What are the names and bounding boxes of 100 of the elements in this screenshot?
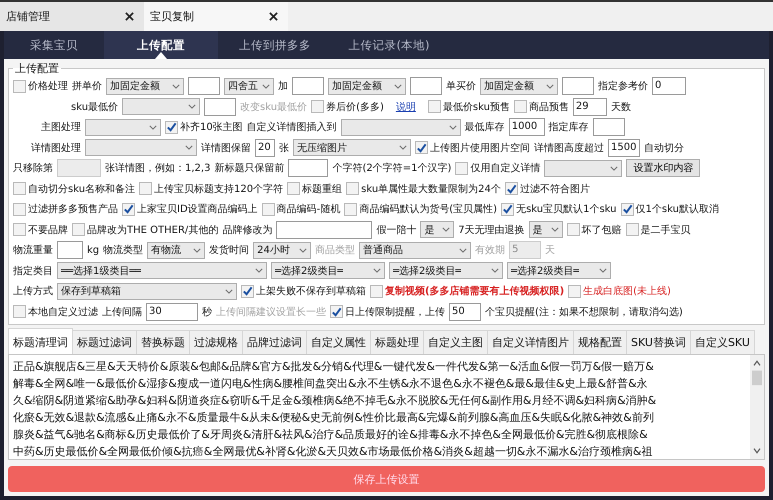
close-icon[interactable] — [125, 12, 134, 21]
input-field[interactable]: 50 — [449, 302, 481, 321]
input-field[interactable]: 1500 — [608, 138, 640, 157]
checkbox[interactable]: 商品编码默认为货号(宝贝属性) — [344, 202, 498, 216]
field-label: 上传方式 — [13, 284, 53, 298]
checkbox[interactable]: 商品预售 — [514, 100, 569, 114]
input-field[interactable] — [57, 241, 83, 260]
word-list-tab[interactable]: 标题清理词 — [8, 328, 73, 354]
word-list-tab[interactable]: 规格配置 — [573, 330, 627, 354]
word-list-tab[interactable]: 品牌过滤词 — [242, 330, 307, 354]
input-field[interactable] — [292, 77, 324, 96]
dropdown[interactable] — [85, 139, 197, 156]
dropdown[interactable]: 普通商品 — [359, 242, 472, 259]
field-label: 物流重量 — [13, 244, 53, 258]
dropdown[interactable]: 保存到草稿箱 — [57, 282, 237, 300]
dropdown[interactable]: 加固定金额 — [106, 78, 184, 95]
word-list-tab[interactable]: SKU替换词 — [626, 330, 691, 354]
dropdown[interactable]: 加固定金额 — [328, 78, 406, 95]
input-field[interactable] — [288, 159, 328, 178]
chevron-down-icon — [149, 124, 157, 130]
watermark-button[interactable]: 设置水印内容 — [626, 159, 700, 178]
dropdown[interactable]: ═选择2级类目═ — [271, 262, 385, 280]
field-label: 指定参考价 — [598, 80, 648, 94]
input-field[interactable]: 20 — [255, 138, 275, 157]
checkbox[interactable]: 品牌改为THE OTHER/其他的 — [72, 222, 218, 237]
input-field[interactable]: 1000 — [508, 118, 545, 136]
dropdown[interactable]: ═选择2级类目═ — [507, 262, 611, 280]
field-label: 品牌修改为 — [222, 224, 272, 237]
input-field[interactable] — [562, 77, 594, 96]
input-field[interactable]: 30 — [146, 302, 198, 321]
checkbox[interactable]: 过滤拼多多预售产品 — [13, 202, 118, 216]
field-label: 自定义详情图插入到 — [246, 120, 337, 134]
field-label: 个宝贝提醒(注：如果不想限制，请取消勾选) — [485, 306, 683, 319]
dropdown[interactable]: 无压缩图片 — [293, 139, 411, 156]
word-list-tab[interactable]: 标题处理 — [370, 330, 424, 354]
checkbox[interactable]: 复制视频(多多店铺需要有上传视频权限) — [370, 284, 564, 298]
nav-tab[interactable]: 采集宝贝 — [4, 31, 104, 59]
checkbox[interactable]: 仅1个sku默认取消 — [620, 202, 719, 216]
word-list-tab[interactable]: 自定义属性 — [306, 330, 371, 354]
word-list-tab[interactable]: 自定义主图 — [423, 330, 488, 354]
word-list-tab[interactable]: 过滤规格 — [189, 330, 243, 354]
word-list-tab[interactable]: 自定义SKU — [690, 330, 755, 354]
word-list-textarea[interactable]: 正品&旗舰店&三星&天天特价&原装&包邮&品牌&官方&批发&分销&代理&一键代发&一件代发&第一&活血&假一罚万&假一赔万& 解毒&全网&唯一&最低价&湿疹&瘦成一道闪电&性病&腰椎间盘突出&永不生锈&永不退色&永不褪色&最&最佳&史上最&舒普&永 久&缩阴&阴道紧缩&助孕&妇科&阴道炎症&窃听&千足金&颈椎病&绝不掉毛&永不脱胶&无任何&副作用&月经不调&妇科病&消肿& 化瘀&无效&退款&流感&止痛&永不&质量最牛&从未&便秘&史无前例&性价比最高&完爆&前列腺&高血压&失眠&化脓&神效&前列 腺炎&益气&驰名&商标&历史最低价了&牙周炎&清肝&祛风&治疗&品质最好的诠&排毒&永不掉色&全网最低价&完胜&彻底根除& 中药&历史最低价&全网最低价倾&抗癌&全网最优&补肾&化淤&天贝效&市场最低价格&消炎&超越一切&永不漏水&治疗颈椎病&祖 — [8, 354, 765, 460]
input-field[interactable] — [276, 220, 372, 239]
dropdown[interactable] — [85, 118, 161, 136]
input-field[interactable] — [188, 77, 220, 96]
word-list-tab[interactable]: 标题过滤词 — [72, 330, 137, 354]
field-label: 物流类型 — [103, 244, 144, 258]
document-tab[interactable]: 店铺管理 — [0, 2, 144, 31]
dropdown[interactable]: 24小时 — [253, 242, 312, 259]
input-field[interactable] — [204, 98, 236, 116]
checkbox[interactable]: 标题重组 — [287, 182, 342, 196]
checkbox[interactable]: 过滤不符合图片 — [504, 182, 590, 196]
checkbox[interactable]: 自动切分sku名称和备注 — [13, 182, 136, 196]
checkbox[interactable]: 生成白底图(未上线) — [568, 284, 671, 298]
field-label: 上传间隔 — [102, 306, 142, 319]
checkbox[interactable]: 最低价sku预售 — [428, 100, 510, 114]
checkbox[interactable]: 补齐10张主图 — [165, 120, 243, 134]
checkbox[interactable]: sku单属性最大数量限制为24个 — [346, 182, 501, 196]
checkbox[interactable]: 日上传限制提醒，上传 — [330, 304, 445, 319]
help-link[interactable]: 说明 — [396, 100, 416, 114]
word-list-tab[interactable]: 替换标题 — [136, 330, 190, 354]
field-label: 发货时间 — [209, 244, 250, 258]
scrollbar[interactable] — [750, 355, 764, 459]
dropdown[interactable] — [122, 98, 200, 116]
checkbox[interactable]: 商品编码-随机 — [262, 202, 340, 216]
input-field[interactable]: 0 — [652, 77, 686, 96]
checkbox[interactable]: 上架失败不保存到草稿箱 — [241, 284, 366, 298]
input-field[interactable] — [410, 77, 442, 96]
dropdown[interactable] — [340, 118, 461, 136]
checkbox[interactable]: 是二手宝贝 — [626, 222, 691, 237]
dropdown[interactable] — [544, 160, 622, 177]
checkbox[interactable]: 本地自定义过滤 — [13, 304, 98, 319]
chevron-down-icon — [373, 268, 381, 274]
dropdown[interactable]: ══选择1级类目══ — [57, 262, 267, 280]
nav-tab[interactable]: 上传到拼多多 — [218, 31, 332, 59]
checkbox[interactable]: 无sku宝贝默认1个sku — [501, 202, 617, 216]
checkbox[interactable]: 上家宝贝ID设置商品编码上 — [122, 202, 258, 216]
dropdown[interactable]: 是 — [528, 221, 563, 238]
nav-tab[interactable]: 上传记录(本地) — [332, 31, 446, 59]
field-label: 上传间隔建议设置长一些 — [216, 306, 326, 319]
input-field[interactable]: 29 — [572, 98, 607, 116]
input-field[interactable] — [592, 118, 625, 136]
checkbox[interactable]: 上传图片使用图片空间 — [415, 140, 530, 155]
document-tab[interactable]: 宝贝复制 — [144, 2, 288, 31]
checkbox[interactable]: 不要品牌 — [13, 222, 68, 237]
dropdown[interactable]: 有物流 — [147, 242, 206, 259]
word-list-tab[interactable]: 自定义详情图片 — [487, 330, 574, 354]
dropdown[interactable]: ═选择2级类目═ — [389, 262, 503, 280]
dropdown[interactable]: 是 — [420, 221, 454, 238]
dropdown[interactable]: 四舍五 — [224, 78, 274, 95]
dropdown[interactable]: 加固定金额 — [480, 78, 558, 95]
checkbox[interactable]: 坏了包赔 — [566, 222, 622, 237]
checkbox[interactable]: 价格处理 — [13, 79, 68, 94]
nav-tab[interactable]: 上传配置 — [104, 31, 218, 59]
checkbox[interactable]: 仅用自定义详情 — [455, 161, 540, 176]
checkbox[interactable]: 上传宝贝标题支持120个字符 — [139, 182, 284, 196]
close-icon[interactable] — [269, 12, 278, 21]
field-label: 改变sku最低价 — [240, 100, 308, 114]
checkbox[interactable]: 券后价(多多) — [311, 100, 384, 114]
